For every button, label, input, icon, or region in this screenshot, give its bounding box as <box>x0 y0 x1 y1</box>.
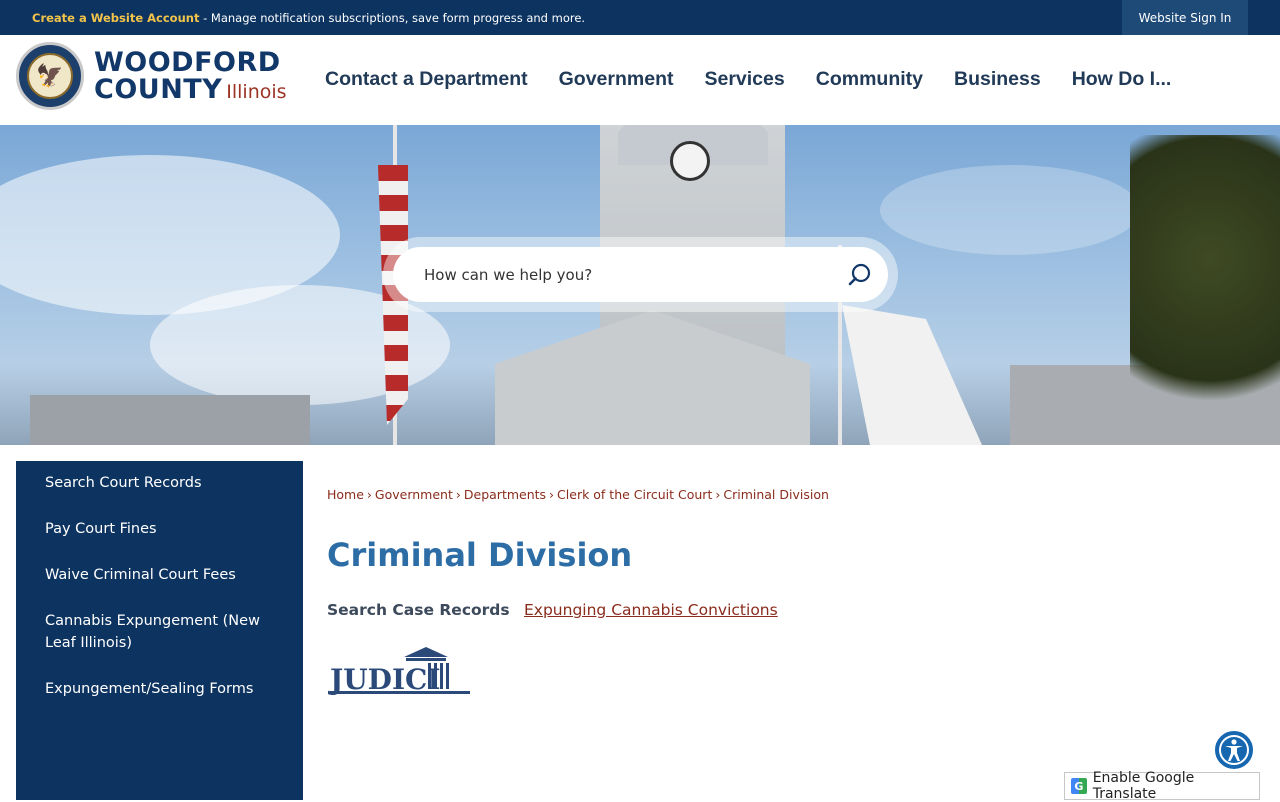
tree-foliage <box>1130 135 1280 445</box>
breadcrumb-separator: › <box>549 487 555 502</box>
google-translate-button[interactable]: G Enable Google Translate <box>1064 770 1260 802</box>
search-icon <box>848 263 871 286</box>
judici-logo-link[interactable]: JUDICI <box>327 645 478 700</box>
cloud-shape <box>880 165 1140 255</box>
logo-line-2: COUNTY <box>94 74 223 105</box>
breadcrumb-departments[interactable]: Departments <box>464 487 546 502</box>
search-case-records-label: Search Case Records <box>327 601 510 619</box>
breadcrumb-government[interactable]: Government <box>375 487 453 502</box>
sidebar-nav: Search Court Records Pay Court Fines Wai… <box>16 461 303 800</box>
accessibility-button[interactable] <box>1213 729 1255 771</box>
logo-line-1: WOODFORD <box>94 47 281 78</box>
breadcrumb-separator: › <box>455 487 461 502</box>
sidebar-item-expungement-sealing-forms[interactable]: Expungement/Sealing Forms <box>45 678 285 700</box>
create-account-link[interactable]: Create a Website Account <box>32 11 199 25</box>
logo-state: Illinois <box>226 81 287 103</box>
courthouse-wing-left <box>30 395 310 445</box>
breadcrumb-criminal-division[interactable]: Criminal Division <box>723 487 829 502</box>
nav-how-do-i[interactable]: How Do I... <box>1072 68 1172 91</box>
breadcrumb-clerk[interactable]: Clerk of the Circuit Court <box>557 487 712 502</box>
sidebar-item-search-court-records[interactable]: Search Court Records <box>45 472 285 494</box>
breadcrumb-separator: › <box>366 487 372 502</box>
sidebar-item-waive-criminal-court-fees[interactable]: Waive Criminal Court Fees <box>45 564 285 586</box>
eagle-icon: 🦅 <box>27 53 73 99</box>
sidebar-item-cannabis-expungement[interactable]: Cannabis Expungement (New Leaf Illinois) <box>45 610 265 654</box>
accessibility-icon <box>1219 735 1249 765</box>
breadcrumb-home[interactable]: Home <box>327 487 364 502</box>
nav-business[interactable]: Business <box>954 68 1041 91</box>
county-seal-logo[interactable]: 🦅 <box>16 42 84 110</box>
judici-logo: JUDICI <box>327 647 470 696</box>
nav-community[interactable]: Community <box>816 68 923 91</box>
judici-logo-text: JUDICI <box>328 663 440 696</box>
site-header: 🦅 WOODFORD COUNTY Illinois Contact a Depa… <box>0 35 1280 125</box>
search-button[interactable] <box>836 251 884 299</box>
site-logo-text[interactable]: WOODFORD COUNTY Illinois <box>94 49 287 106</box>
sidebar-item-pay-court-fines[interactable]: Pay Court Fines <box>45 518 285 540</box>
notification-text: - Manage notification subscriptions, sav… <box>199 11 586 25</box>
breadcrumb: Home › Government › Departments › Clerk of the… <box>327 487 829 502</box>
illinois-flag <box>842 305 982 445</box>
nav-services[interactable]: Services <box>704 68 784 91</box>
page-title: Criminal Division <box>327 536 633 574</box>
notification-bar: Create a Website Account - Manage notifi… <box>0 0 1280 35</box>
nav-government[interactable]: Government <box>559 68 674 91</box>
site-search-input[interactable] <box>424 262 824 288</box>
notification-message: Create a Website Account - Manage notifi… <box>32 11 585 25</box>
main-navigation: Contact a Department Government Services… <box>325 68 1171 91</box>
google-translate-icon: G <box>1071 778 1087 794</box>
website-sign-in-button[interactable]: Website Sign In <box>1122 0 1248 35</box>
translate-label: Enable Google Translate <box>1092 770 1195 802</box>
clock-icon <box>670 141 710 181</box>
nav-contact-a-department[interactable]: Contact a Department <box>325 68 528 91</box>
breadcrumb-separator: › <box>715 487 721 502</box>
expunging-cannabis-link[interactable]: Expunging Cannabis Convictions <box>524 601 778 619</box>
